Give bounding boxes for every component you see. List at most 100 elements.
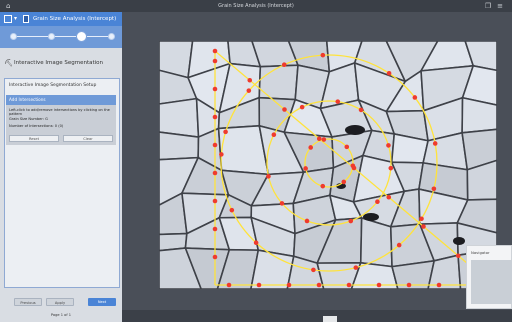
page-indicator: Page 1 of 1 <box>50 313 72 317</box>
intersection-marker[interactable] <box>246 88 252 93</box>
intersection-marker[interactable] <box>212 48 218 54</box>
intersection-marker[interactable] <box>376 282 382 288</box>
card-title: Interactive Image Segmentation Setup <box>9 83 97 88</box>
intersection-marker[interactable] <box>281 62 287 68</box>
intersection-marker[interactable] <box>212 170 218 176</box>
intersection-marker[interactable] <box>432 141 438 146</box>
intersection-marker[interactable] <box>212 254 218 260</box>
intersection-marker[interactable] <box>299 104 305 110</box>
intersection-marker[interactable] <box>321 137 327 142</box>
pore <box>453 237 465 245</box>
intersection-marker[interactable] <box>455 253 461 259</box>
section-title-text: Interactive Image Segmentation <box>14 60 104 66</box>
step-dot-current[interactable] <box>76 31 87 42</box>
help-text-3: Number of Intersections: 0 (0) <box>9 124 64 128</box>
navigator-panel: Navigator <box>466 245 512 309</box>
intersection-marker[interactable] <box>279 201 285 206</box>
grain <box>258 64 299 101</box>
help-text-1: Left-click to add/remove intersections b… <box>9 108 110 116</box>
intersection-marker[interactable] <box>341 179 347 185</box>
intersection-marker[interactable] <box>375 199 380 205</box>
selected-option[interactable]: Add Intersections <box>6 95 116 105</box>
panel-handle[interactable] <box>323 316 337 322</box>
intersection-marker[interactable] <box>436 282 442 288</box>
apply-button[interactable]: Apply <box>46 298 74 306</box>
clear-button[interactable]: Clear <box>63 135 113 142</box>
intersection-marker[interactable] <box>335 99 341 104</box>
intersection-marker[interactable] <box>386 143 391 148</box>
panel-header: ▾ Grain Size Analysis (Intercept) <box>0 12 122 26</box>
intersection-marker[interactable] <box>320 183 326 189</box>
segmentation-icon: ⛏ <box>4 59 13 67</box>
intersection-marker[interactable] <box>412 95 418 100</box>
grain <box>359 216 393 268</box>
help-text-2: Grain Size Number: G <box>9 117 48 121</box>
intersection-marker[interactable] <box>311 267 316 273</box>
intersection-marker[interactable] <box>388 165 394 171</box>
intersection-marker[interactable] <box>419 216 424 222</box>
intersection-marker[interactable] <box>219 152 224 157</box>
grain <box>250 249 295 289</box>
step-line <box>12 36 110 37</box>
intersection-marker[interactable] <box>282 107 287 112</box>
intersection-marker[interactable] <box>229 207 235 213</box>
chevron-down-icon[interactable]: ▾ <box>14 14 17 24</box>
intersection-marker[interactable] <box>212 114 218 120</box>
intersection-marker[interactable] <box>353 265 359 270</box>
intersection-marker[interactable] <box>406 282 412 288</box>
intersection-marker[interactable] <box>266 174 271 179</box>
intersection-marker[interactable] <box>320 52 326 58</box>
panel-header-title: Grain Size Analysis (Intercept) <box>33 16 117 22</box>
intersection-marker[interactable] <box>431 186 437 192</box>
section-title: ⛏ Interactive Image Segmentation <box>0 56 122 70</box>
intersection-marker[interactable] <box>212 86 218 92</box>
step-indicator <box>0 26 122 48</box>
window-restore-icon[interactable]: ❐ <box>484 2 492 10</box>
intersection-marker[interactable] <box>212 226 218 232</box>
lock-icon <box>23 15 29 23</box>
grain <box>159 97 200 138</box>
navigator-thumbnail[interactable] <box>471 260 512 304</box>
intersection-marker[interactable] <box>421 224 426 229</box>
intersection-marker[interactable] <box>286 282 292 288</box>
intersection-marker[interactable] <box>386 194 392 200</box>
grain <box>159 131 200 161</box>
intersection-marker[interactable] <box>247 77 253 83</box>
intersection-marker[interactable] <box>253 240 259 245</box>
intersection-marker[interactable] <box>346 282 352 288</box>
window-title: Grain Size Analysis (Intercept) <box>218 3 294 9</box>
navigator-label: Navigator <box>471 250 490 255</box>
intersection-marker[interactable] <box>316 136 322 142</box>
next-button[interactable]: Next <box>88 298 116 306</box>
intersection-marker[interactable] <box>212 142 218 148</box>
pore <box>363 213 379 221</box>
intersection-marker[interactable] <box>303 166 308 171</box>
intersection-marker[interactable] <box>358 107 364 113</box>
intersection-marker[interactable] <box>396 242 402 248</box>
intersection-marker[interactable] <box>348 218 354 224</box>
intersection-marker[interactable] <box>212 58 218 64</box>
intersection-marker[interactable] <box>344 144 350 150</box>
micrograph-image[interactable] <box>159 41 497 289</box>
intersection-marker[interactable] <box>304 218 310 224</box>
window-menu-icon[interactable]: ≡ <box>496 2 504 10</box>
intersection-marker[interactable] <box>271 132 277 138</box>
step-dot-2[interactable] <box>48 33 55 40</box>
intersection-marker[interactable] <box>212 198 218 204</box>
setup-options: Add Intersections Left-click to add/remo… <box>6 95 116 145</box>
step-dot-4[interactable] <box>108 33 115 40</box>
micrograph-view[interactable] <box>159 41 497 289</box>
intersection-marker[interactable] <box>256 282 262 288</box>
title-bar: ⌂ Grain Size Analysis (Intercept) ❐ ≡ <box>0 0 512 12</box>
step-dot-1[interactable] <box>10 33 17 40</box>
intersection-marker[interactable] <box>386 70 392 76</box>
intersection-marker[interactable] <box>316 282 322 288</box>
app-icon <box>4 15 12 23</box>
intersection-marker[interactable] <box>226 282 232 288</box>
intersection-marker[interactable] <box>351 165 357 171</box>
previous-button[interactable]: Previous <box>14 298 42 306</box>
intersection-marker[interactable] <box>223 129 228 135</box>
reset-button[interactable]: Reset <box>9 135 59 142</box>
bottom-toolbar <box>122 310 512 322</box>
intersection-marker[interactable] <box>308 145 314 150</box>
